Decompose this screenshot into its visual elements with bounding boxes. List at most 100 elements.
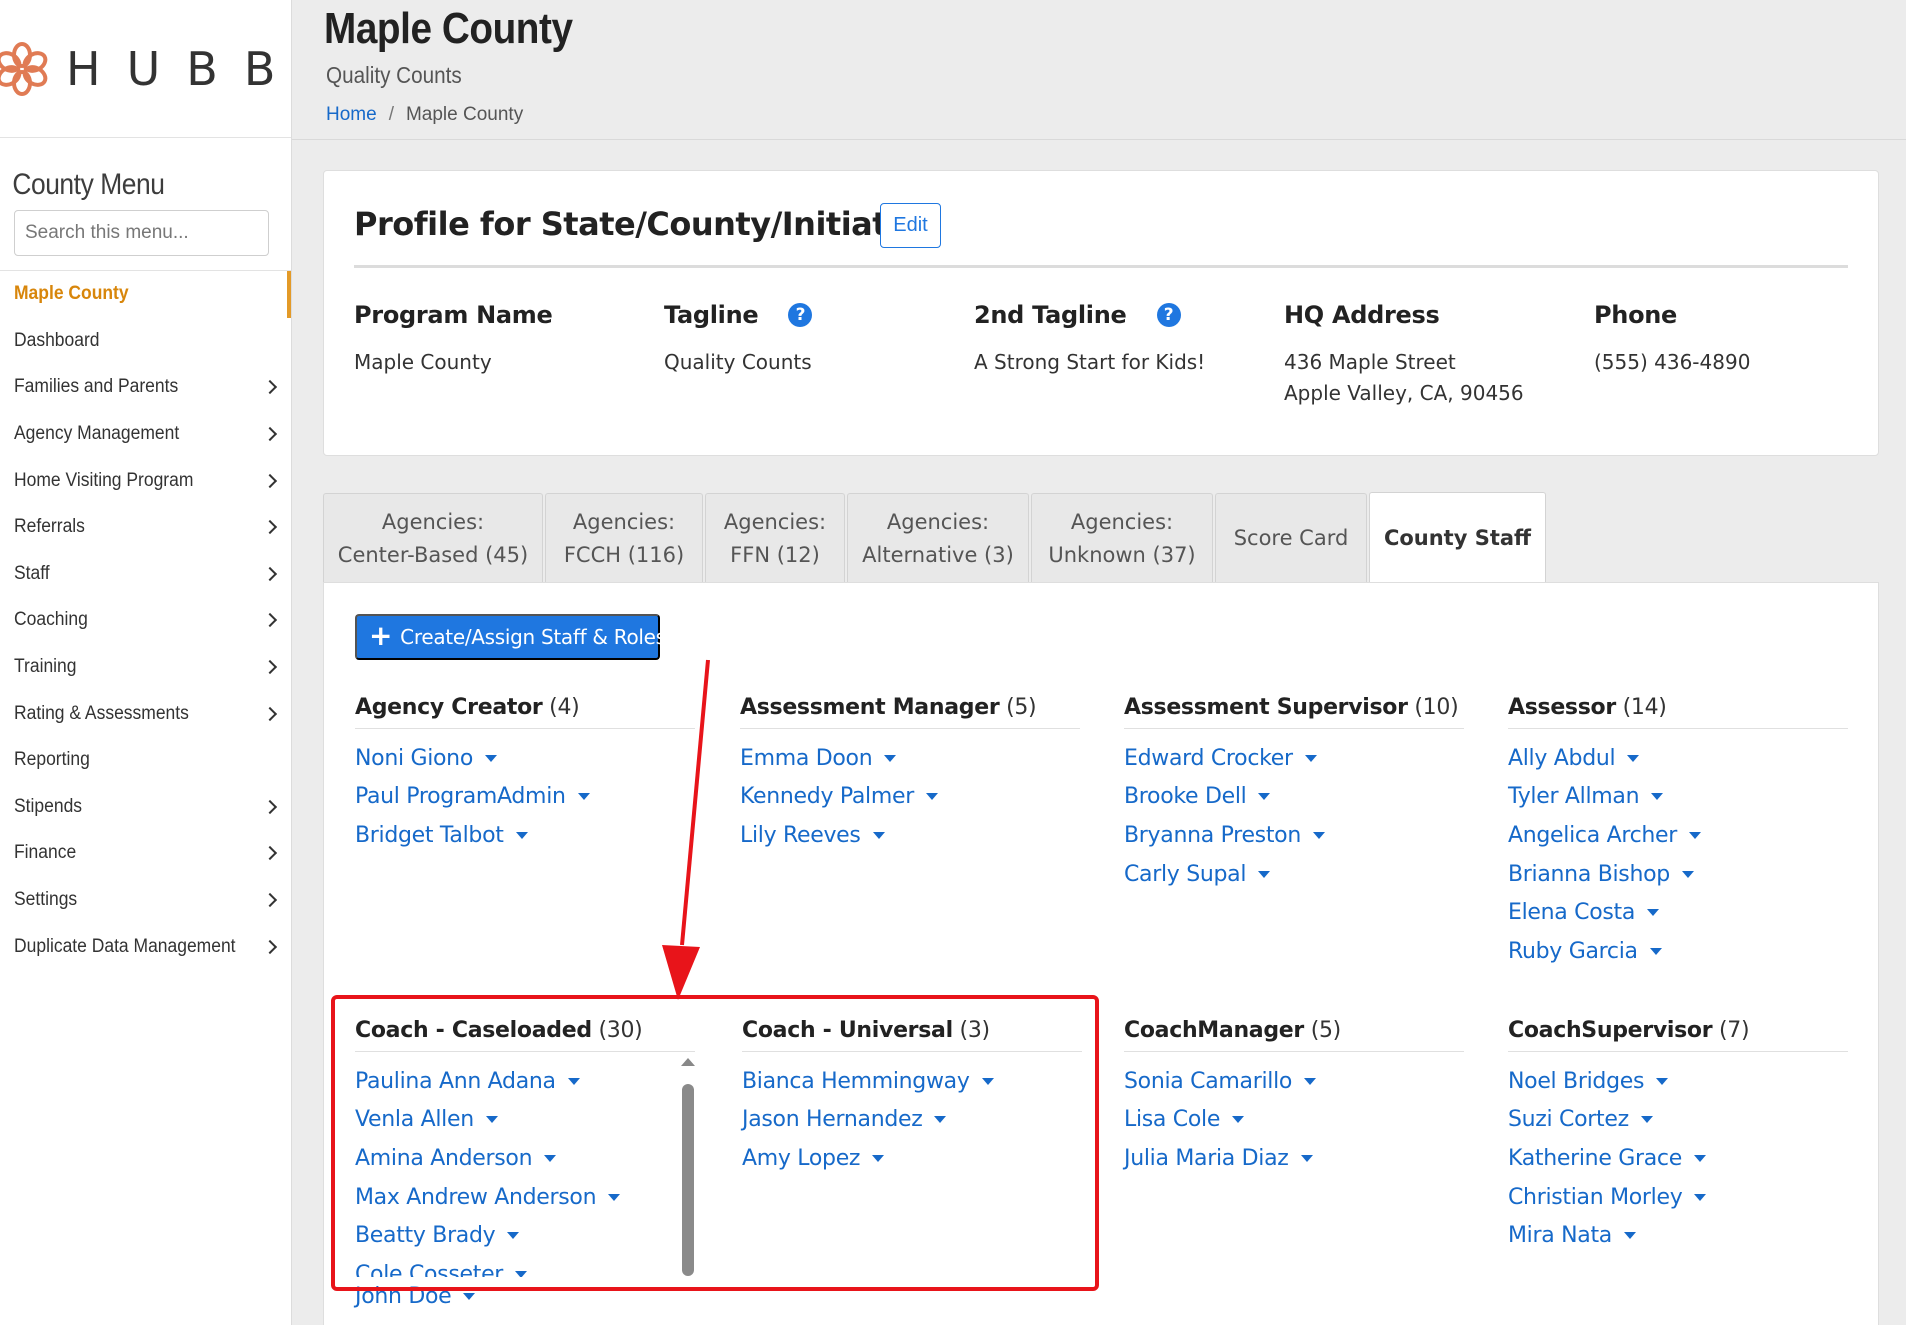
staff-member-dropdown[interactable]: Edward Crocker [1124, 739, 1464, 778]
field-label: 2nd Tagline [974, 301, 1127, 329]
field-hq-address: HQ Address 436 Maple Street Apple Valley,… [1284, 301, 1524, 409]
staff-member-dropdown[interactable]: Cole Cosseter [355, 1255, 695, 1277]
staff-member-dropdown[interactable]: Noel Bridges [1508, 1062, 1848, 1101]
tab-agencies-alternative[interactable]: Agencies: Alternative (3) [847, 493, 1029, 583]
staff-member-dropdown[interactable]: Paulina Ann Adana [355, 1062, 695, 1101]
question-circle-icon[interactable]: ? [788, 303, 813, 327]
caret-down-icon [485, 754, 497, 762]
staff-member-dropdown[interactable]: Paul ProgramAdmin [355, 778, 695, 817]
menu-item-dashboard[interactable]: Dashboard [0, 318, 291, 365]
coach-caseloaded-scroll-area[interactable]: Paulina Ann Adana Venla Allen Amina Ande… [355, 1052, 695, 1277]
staff-member-dropdown[interactable]: Brooke Dell [1124, 778, 1464, 817]
menu-item-rating-assessments[interactable]: Rating & Assessments [0, 690, 291, 737]
people-list: Ally Abdul Tyler Allman Angelica Archer … [1508, 739, 1848, 971]
tab-agencies-fcch[interactable]: Agencies: FCCH (116) [545, 493, 703, 583]
chevron-right-icon [262, 427, 278, 442]
staff-member-dropdown[interactable]: Mira Nata [1508, 1216, 1848, 1255]
role-heading: Assessment Manager (5) [740, 695, 1080, 729]
staff-member-dropdown[interactable]: Elena Costa [1508, 893, 1848, 932]
menu-item-home-visiting-program[interactable]: Home Visiting Program [0, 457, 291, 504]
role-coach-universal: Coach - Universal (3) Bianca Hemmingway … [742, 1018, 1082, 1178]
tab-county-staff[interactable]: County Staff [1369, 492, 1546, 583]
menu-item-agency-management[interactable]: Agency Management [0, 411, 291, 458]
people-list: Noni Giono Paul ProgramAdmin Bridget Tal… [355, 739, 695, 855]
tab-agencies-ffn[interactable]: Agencies: FFN (12) [705, 493, 845, 583]
chevron-right-icon [262, 706, 278, 721]
tab-agencies-center-based[interactable]: Agencies: Center-Based (45) [323, 493, 543, 583]
staff-member-dropdown[interactable]: Jason Hernandez [742, 1101, 1082, 1140]
menu-item-staff[interactable]: Staff [0, 551, 291, 598]
menu-item-training[interactable]: Training [0, 644, 291, 691]
caret-down-icon [1651, 793, 1664, 801]
staff-member-dropdown[interactable]: Julia Maria Diaz [1124, 1139, 1464, 1178]
caret-down-icon [608, 1193, 621, 1201]
staff-member-dropdown[interactable]: Bridget Talbot [355, 816, 695, 855]
create-assign-staff-button[interactable]: + Create/Assign Staff & Roles [355, 614, 666, 660]
caret-down-icon [884, 754, 897, 762]
chevron-right-icon [262, 473, 278, 488]
caret-down-icon [1232, 1116, 1245, 1124]
page-subtitle: Quality Counts [326, 62, 462, 88]
staff-member-dropdown[interactable]: John Doe [355, 1277, 695, 1316]
menu-item-referrals[interactable]: Referrals [0, 504, 291, 551]
staff-member-dropdown[interactable]: Emma Doon [740, 739, 1080, 778]
role-heading: Assessor (14) [1508, 695, 1848, 729]
menu-item-reporting[interactable]: Reporting [0, 737, 291, 784]
scroll-up-arrow-icon[interactable] [681, 1058, 695, 1066]
staff-member-dropdown[interactable]: Ally Abdul [1508, 739, 1848, 778]
staff-member-dropdown[interactable]: Kennedy Palmer [740, 778, 1080, 817]
menu-item-duplicate-data-management[interactable]: Duplicate Data Management [0, 923, 291, 970]
people-list: Paulina Ann Adana Venla Allen Amina Ande… [355, 1062, 695, 1277]
tab-agencies-unknown[interactable]: Agencies: Unknown (37) [1031, 493, 1213, 583]
staff-member-dropdown[interactable]: Amy Lopez [742, 1139, 1082, 1178]
staff-member-dropdown[interactable]: Lily Reeves [740, 816, 1080, 855]
staff-member-dropdown[interactable]: Bianca Hemmingway [742, 1062, 1082, 1101]
caret-down-icon [1656, 1077, 1669, 1085]
caret-down-icon [1300, 1154, 1313, 1162]
staff-member-dropdown[interactable]: Venla Allen [355, 1101, 695, 1140]
staff-member-dropdown[interactable]: Amina Anderson [355, 1139, 695, 1178]
menu-item-maple-county[interactable]: Maple County [0, 271, 291, 318]
create-assign-staff-label: Create/Assign Staff & Roles [400, 625, 666, 649]
staff-member-dropdown[interactable]: Suzi Cortez [1508, 1101, 1848, 1140]
role-heading: Agency Creator (4) [355, 695, 695, 729]
edit-button[interactable]: Edit [880, 203, 941, 248]
field-value: A Strong Start for Kids! [974, 350, 1206, 374]
field-tagline: Tagline? Quality Counts [664, 301, 813, 378]
staff-member-dropdown[interactable]: Noni Giono [355, 739, 695, 778]
menu-item-stipends[interactable]: Stipends [0, 784, 291, 831]
menu-search-input[interactable]: Search this menu... [14, 210, 269, 256]
scrollbar-thumb[interactable] [682, 1084, 694, 1276]
staff-member-dropdown[interactable]: Brianna Bishop [1508, 855, 1848, 894]
plus-icon: + [369, 619, 393, 652]
staff-member-dropdown[interactable]: Max Andrew Anderson [355, 1178, 695, 1217]
menu-item-coaching[interactable]: Coaching [0, 597, 291, 644]
staff-member-dropdown[interactable]: Beatty Brady [355, 1216, 695, 1255]
logo-text: HUBBE [66, 41, 291, 96]
staff-member-dropdown[interactable]: Bryanna Preston [1124, 816, 1464, 855]
breadcrumb-home-link[interactable]: Home [326, 104, 377, 126]
tab-score-card[interactable]: Score Card [1215, 493, 1367, 583]
field-value: (555) 436-4890 [1594, 350, 1751, 374]
logo[interactable]: HUBBE [0, 0, 291, 138]
staff-member-dropdown[interactable]: Carly Supal [1124, 855, 1464, 894]
staff-member-dropdown[interactable]: Christian Morley [1508, 1178, 1848, 1217]
menu-item-finance[interactable]: Finance [0, 830, 291, 877]
menu-item-settings[interactable]: Settings [0, 877, 291, 924]
staff-member-dropdown[interactable]: Katherine Grace [1508, 1139, 1848, 1178]
question-circle-icon[interactable]: ? [1156, 303, 1181, 327]
staff-member-dropdown[interactable]: Sonia Camarillo [1124, 1062, 1464, 1101]
staff-member-dropdown[interactable]: Lisa Cole [1124, 1101, 1464, 1140]
caret-down-icon [1258, 793, 1271, 801]
caret-down-icon [1304, 1077, 1317, 1085]
staff-member-dropdown[interactable]: Tyler Allman [1508, 778, 1848, 817]
field-label: Phone [1594, 301, 1678, 329]
staff-member-dropdown[interactable]: Ruby Garcia [1508, 932, 1848, 971]
profile-card: Profile for State/County/Initiative Edit… [323, 170, 1879, 456]
profile-divider [354, 265, 1848, 268]
chevron-right-icon [262, 799, 278, 814]
chevron-right-icon [262, 613, 278, 628]
menu-item-families-and-parents[interactable]: Families and Parents [0, 364, 291, 411]
staff-member-dropdown[interactable]: Angelica Archer [1508, 816, 1848, 855]
role-agency-creator: Agency Creator (4) Noni Giono Paul Progr… [355, 695, 695, 855]
